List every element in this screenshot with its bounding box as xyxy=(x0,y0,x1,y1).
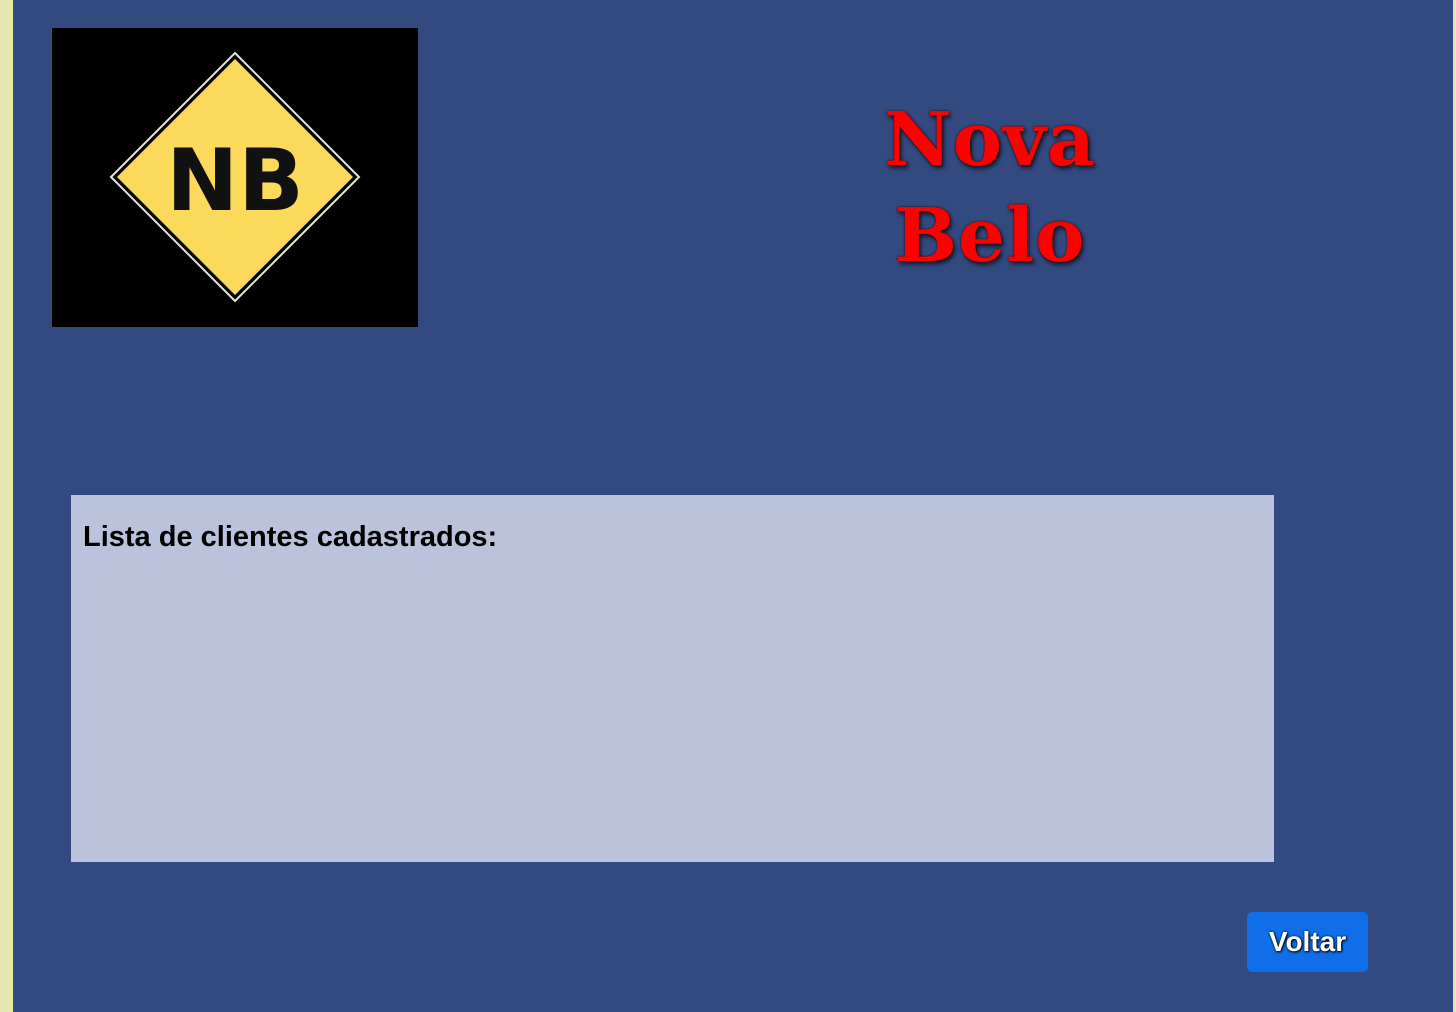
page-title: Nova Belo xyxy=(884,97,1096,279)
left-border-strip xyxy=(0,0,13,1012)
client-list-heading: Lista de clientes cadastrados: xyxy=(83,521,498,553)
company-logo: NB xyxy=(52,28,418,327)
client-list xyxy=(83,570,1262,850)
diamond-sign-logo-icon: NB xyxy=(109,51,361,303)
logo-text: NB xyxy=(166,131,304,231)
back-button[interactable]: Voltar xyxy=(1247,912,1368,972)
client-list-panel: Lista de clientes cadastrados: xyxy=(71,495,1274,862)
